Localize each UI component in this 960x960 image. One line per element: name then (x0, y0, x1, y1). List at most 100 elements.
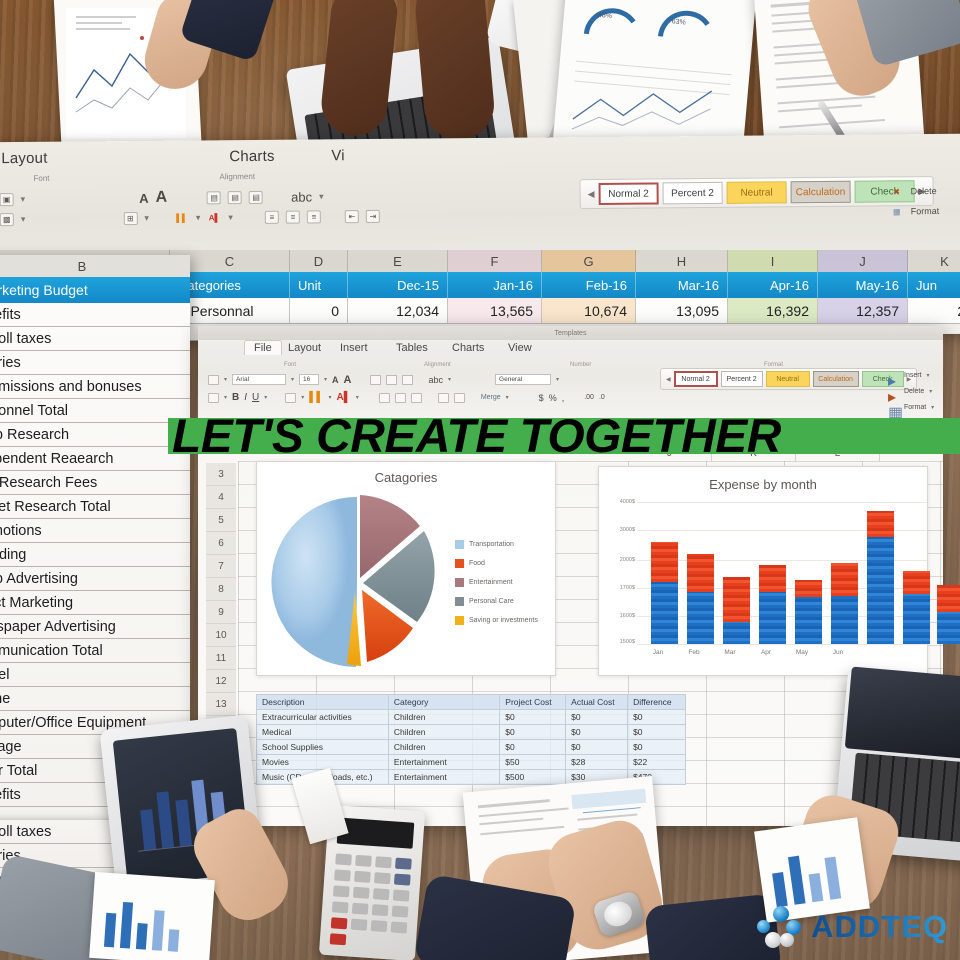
align-top-icon[interactable]: ▤ (207, 190, 222, 204)
insert-chevron-icon[interactable]: ▾ (927, 372, 930, 379)
align-bottom-icon-main[interactable] (401, 374, 413, 385)
list-item[interactable]: ommunication Total (0, 639, 190, 663)
row-number[interactable]: 13 (206, 693, 236, 716)
main-insert-button[interactable]: ▸ Insert ▾ (888, 368, 930, 390)
align-bottom-icon[interactable]: ▤ (249, 190, 264, 204)
list-item[interactable]: ayroll taxes (0, 327, 190, 351)
list-item[interactable]: Veb Advertising (0, 567, 190, 591)
col-header-category[interactable]: Category (387, 694, 501, 710)
top-format-button[interactable]: ▦ Format (890, 202, 940, 220)
gallery-prev-icon[interactable]: ◀ (588, 188, 595, 199)
row-number[interactable]: 8 (206, 578, 236, 601)
tab-charts[interactable]: Charts (452, 342, 484, 354)
number-format-box[interactable]: General (495, 374, 552, 385)
clear-icon-main[interactable] (208, 392, 219, 403)
top-tab-charts[interactable]: Charts (229, 148, 275, 165)
main-style-chip-normal-2[interactable]: Normal 2 (673, 371, 718, 387)
col-header-actual-cost[interactable]: Actual Cost (565, 694, 629, 710)
left-col-letter-B[interactable]: B (0, 255, 190, 277)
list-item[interactable]: dependent Reaearch (0, 447, 190, 471)
top-style-gallery[interactable]: ◀ Normal 2 Percent 2 Neutral Calculation… (579, 176, 934, 210)
clear-chevron-icon[interactable]: ▾ (224, 394, 227, 401)
align-left-icon[interactable]: ≡ (264, 210, 279, 224)
cell-actual-cost[interactable]: $0 (565, 724, 629, 740)
cell-description[interactable]: School Supplies (256, 739, 389, 755)
cell-project-cost[interactable]: $0 (499, 709, 567, 725)
top-tab-layout[interactable]: Layout (1, 150, 47, 167)
list-item[interactable]: ersonnel Total (0, 399, 190, 423)
list-item[interactable]: Veb Research (0, 423, 190, 447)
main-style-chip-neutral[interactable]: Neutral (765, 371, 810, 387)
top-col-letter-D[interactable]: D (290, 250, 348, 272)
top-col-letter-G[interactable]: G (542, 250, 636, 272)
align-left-icon-main[interactable] (378, 392, 390, 403)
align-middle-icon[interactable]: ▤ (228, 190, 243, 204)
currency-format-icon[interactable]: $ (539, 393, 544, 403)
addteq-logo[interactable]: ADDTEQ (757, 906, 948, 948)
list-item[interactable]: alaries (0, 351, 190, 375)
merge-cells-button[interactable]: Merge (481, 394, 501, 401)
row-number[interactable]: 5 (206, 509, 236, 532)
style-chip-calculation[interactable]: Calculation (790, 180, 851, 204)
top-col-letter-F[interactable]: F (448, 250, 542, 272)
align-right-icon-main[interactable] (410, 392, 422, 403)
paste-chevron-icon[interactable]: ▾ (224, 376, 227, 383)
number-format-chevron-icon[interactable]: ▾ (556, 376, 559, 383)
col-header-description[interactable]: Description (256, 694, 389, 710)
top-cell-jun16[interactable]: 20 (908, 298, 960, 324)
list-item[interactable]: arket Research Total (0, 495, 190, 519)
paste-icon-main[interactable] (208, 374, 219, 385)
fill-chevron-icon-main[interactable]: ▾ (328, 394, 331, 401)
table-row[interactable]: School Supplies Children $0 $0 $0 (256, 739, 686, 755)
font-name-chevron-icon[interactable]: ▾ (291, 376, 294, 383)
list-item[interactable]: romotions (0, 519, 190, 543)
list-item[interactable]: irect Marketing (0, 591, 190, 615)
increase-indent-icon-main[interactable] (453, 392, 465, 403)
font-color-chevron-icon[interactable]: ▾ (228, 212, 233, 223)
wrap-chevron-icon[interactable]: ▾ (319, 191, 324, 202)
underline-icon[interactable]: U (252, 392, 259, 403)
main-style-gallery[interactable]: ◀ Normal 2 Percent 2 Neutral Calculation… (660, 368, 918, 390)
bold-icon[interactable]: B (232, 392, 239, 403)
borders-icon-main[interactable] (285, 392, 297, 403)
top-delete-button[interactable]: ✖ Delete (890, 182, 937, 200)
tab-insert[interactable]: Insert (340, 342, 368, 354)
top-cell-apr16[interactable]: 16,392 (728, 298, 818, 324)
main-delete-button[interactable]: ▸ Delete ▾ (888, 384, 932, 406)
list-item[interactable]: enefits (0, 303, 190, 327)
col-header-project-cost[interactable]: Project Cost (499, 694, 567, 710)
style-chip-normal-2[interactable]: Normal 2 (598, 182, 659, 205)
style-chip-neutral[interactable]: Neutral (726, 181, 787, 204)
wrap-text-icon[interactable]: abc (291, 189, 312, 204)
row-number[interactable]: 4 (206, 486, 236, 509)
top-tab-view[interactable]: Vi (331, 147, 345, 164)
wrap-chevron-icon-main[interactable]: ▾ (448, 376, 451, 383)
comma-format-icon[interactable]: , (562, 393, 565, 403)
fill-chevron-icon[interactable]: ▾ (196, 212, 201, 223)
top-cell-feb16[interactable]: 10,674 (542, 298, 636, 324)
main-style-chip-percent-2[interactable]: Percent 2 (720, 371, 763, 387)
borders-chevron-icon[interactable]: ▾ (144, 212, 149, 223)
row-number[interactable]: 7 (206, 555, 236, 578)
top-cell-mar16[interactable]: 13,095 (636, 298, 728, 324)
grow-font-icon-main[interactable]: A (332, 375, 339, 385)
top-cell-may16[interactable]: 12,357 (818, 298, 908, 324)
tab-view[interactable]: View (508, 342, 532, 354)
decrease-indent-icon[interactable]: ⇤ (344, 209, 359, 223)
table-row[interactable]: Movies Entertainment $50 $28 $22 (256, 754, 686, 770)
cell-difference[interactable]: $0 (627, 739, 686, 755)
borders-icon[interactable]: ⊞ (123, 211, 138, 225)
format-icon[interactable]: ▦ (890, 205, 904, 218)
align-top-icon-main[interactable] (369, 374, 381, 385)
tab-layout[interactable]: Layout (288, 342, 321, 354)
delete-icon[interactable]: ✖ (890, 185, 904, 198)
font-color-icon[interactable]: A▌ (207, 211, 221, 224)
cell-difference[interactable]: $0 (627, 724, 686, 740)
top-col-letter-J[interactable]: J (818, 250, 908, 272)
row-number[interactable]: 11 (206, 647, 236, 670)
cell-project-cost[interactable]: $500 (499, 769, 567, 785)
list-item[interactable]: hone (0, 687, 190, 711)
fill-color-icon-main[interactable]: ▌▌ (309, 392, 323, 403)
top-cell-jan16[interactable]: 13,565 (448, 298, 542, 324)
shrink-font-icon-main[interactable]: A (344, 374, 352, 386)
